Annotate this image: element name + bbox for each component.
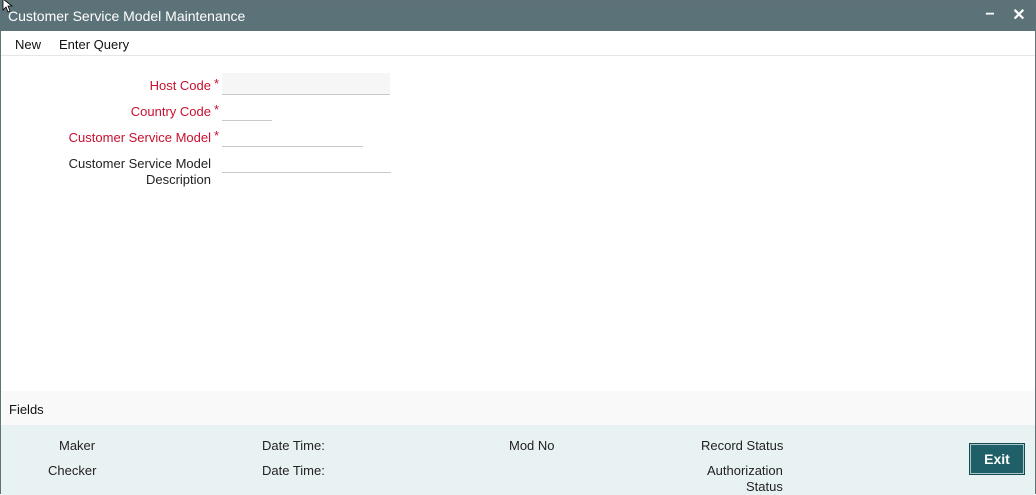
description-label-line2: Description — [145, 172, 211, 187]
record-status-label: Record Status — [701, 438, 784, 453]
fields-link[interactable]: Fields — [9, 402, 44, 417]
authorization-status-label-line1: Authorization — [707, 463, 783, 478]
cursor-arrow-icon — [2, 0, 14, 13]
fields-bar: Fields — [1, 391, 1035, 425]
country-code-row: Country Code * — [1, 99, 401, 125]
close-button[interactable]: ✕ — [1009, 5, 1029, 25]
checker-date-time-label: Date Time: — [262, 463, 325, 478]
checker-label: Checker — [48, 463, 97, 478]
host-code-label: Host Code — [149, 78, 211, 93]
customer-service-model-row: Customer Service Model * — [1, 125, 401, 151]
minimize-icon: − — [985, 6, 995, 23]
title-bar[interactable]: Customer Service Model Maintenance − ✕ — [1, 0, 1035, 31]
required-marker: * — [214, 102, 220, 117]
close-icon: ✕ — [1012, 7, 1026, 24]
menu-new[interactable]: New — [15, 37, 41, 52]
description-label-line1: Customer Service Model — [68, 156, 211, 171]
menu-enter-query[interactable]: Enter Query — [59, 37, 129, 52]
required-marker: * — [214, 128, 220, 143]
description-field[interactable] — [222, 151, 391, 173]
host-code-field[interactable] — [222, 73, 390, 95]
audit-panel: Maker Checker Date Time: Date Time: Mod … — [1, 425, 1035, 495]
customer-service-model-field[interactable] — [222, 125, 363, 147]
maker-date-time-label: Date Time: — [262, 438, 325, 453]
exit-button[interactable]: Exit — [969, 443, 1025, 475]
maintenance-form: Host Code * Country Code * Customer Serv… — [1, 57, 1035, 391]
minimize-button[interactable]: − — [980, 5, 1000, 25]
maker-label: Maker — [59, 438, 96, 453]
window-title: Customer Service Model Maintenance — [8, 8, 246, 24]
authorization-status-label-line2: Status — [746, 479, 783, 494]
country-code-label: Country Code — [130, 104, 211, 119]
app-window: Customer Service Model Maintenance − ✕ N… — [0, 0, 1036, 495]
mod-no-label: Mod No — [509, 438, 555, 453]
required-marker: * — [214, 76, 220, 91]
description-row: Customer Service Model Description — [1, 151, 401, 189]
host-code-row: Host Code * — [1, 73, 401, 99]
country-code-field[interactable] — [222, 99, 272, 121]
menu-bar: New Enter Query — [1, 31, 1035, 56]
customer-service-model-label: Customer Service Model — [68, 130, 211, 145]
